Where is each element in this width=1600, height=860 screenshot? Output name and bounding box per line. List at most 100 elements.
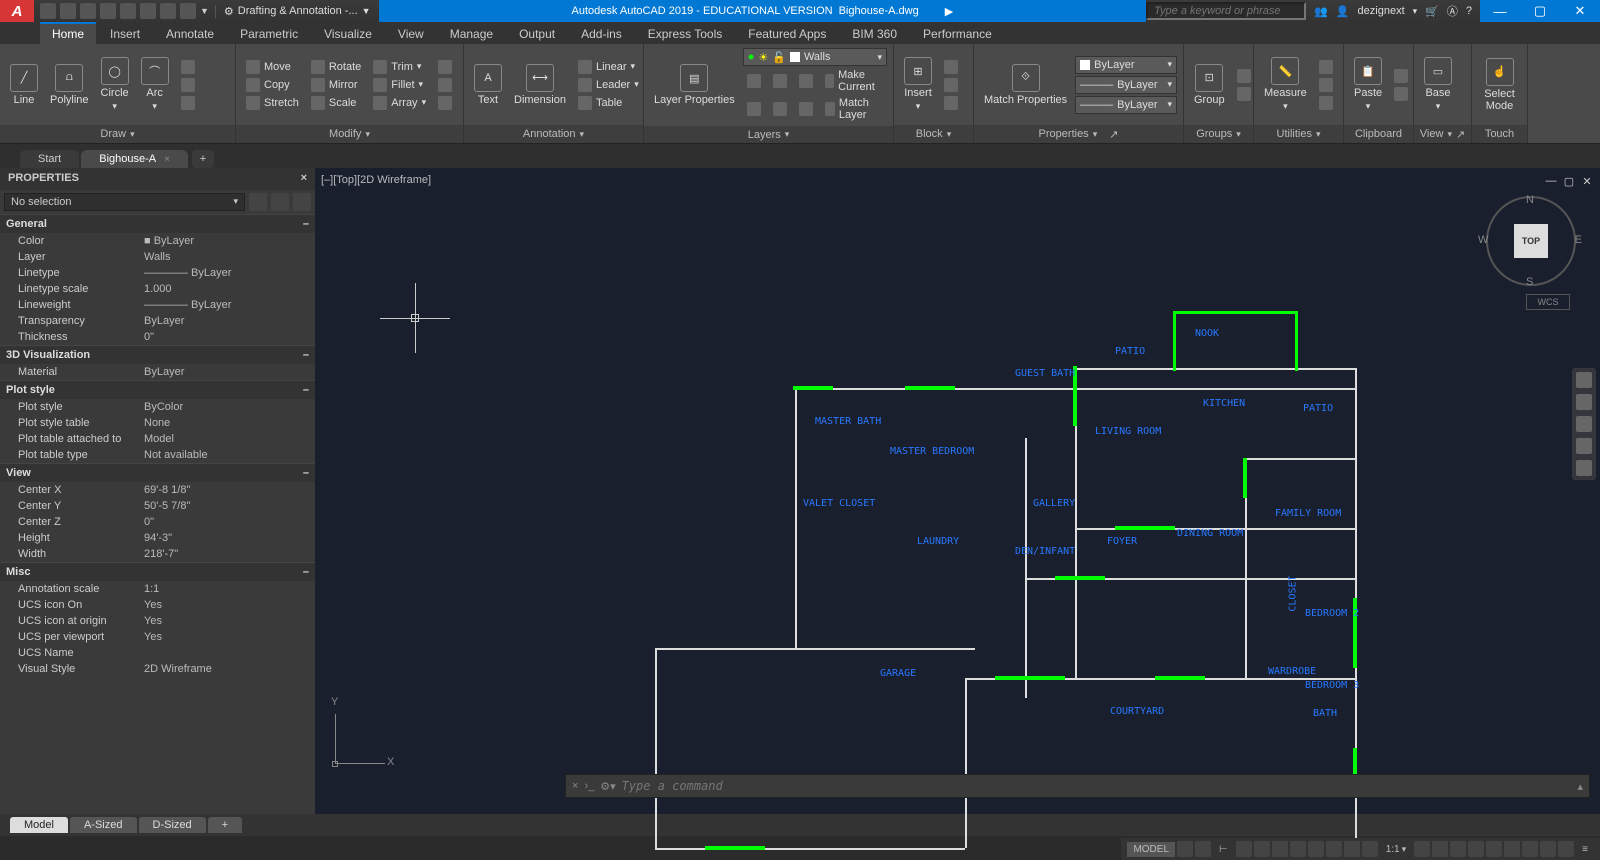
prop-plot-style[interactable]: Plot styleByColor <box>0 399 315 415</box>
block-edit-button[interactable] <box>940 77 962 93</box>
line-button[interactable]: ╱Line <box>6 62 42 108</box>
close-icon[interactable]: × <box>164 154 170 165</box>
tab-annotate[interactable]: Annotate <box>154 24 226 44</box>
status-3dosnap-icon[interactable] <box>1290 841 1306 857</box>
prop-lineweight[interactable]: Lineweight———— ByLayer <box>0 297 315 313</box>
layer-iso-button[interactable] <box>743 68 765 94</box>
viewcube-face[interactable]: TOP <box>1514 224 1548 258</box>
group-edit[interactable] <box>1233 68 1255 84</box>
panel-block-title[interactable]: Block▾ <box>894 125 973 143</box>
status-ortho-icon[interactable]: ⊢ <box>1213 842 1234 857</box>
status-hardware-icon[interactable] <box>1540 841 1556 857</box>
status-transparency-icon[interactable] <box>1344 841 1360 857</box>
viewcube-south[interactable]: S <box>1526 276 1533 288</box>
prop-plot-table-attached-to[interactable]: Plot table attached toModel <box>0 431 315 447</box>
section-general[interactable]: General– <box>0 214 315 233</box>
panel-layers-title[interactable]: Layers▾ <box>644 126 893 143</box>
command-input[interactable] <box>622 779 1572 793</box>
prop-material[interactable]: MaterialByLayer <box>0 364 315 380</box>
status-ws-icon[interactable] <box>1432 841 1448 857</box>
prop-ucs-icon-at-origin[interactable]: UCS icon at originYes <box>0 613 315 629</box>
close-button[interactable]: ✕ <box>1560 0 1600 22</box>
nav-wheel-icon[interactable] <box>1576 372 1592 388</box>
file-tab-start[interactable]: Start <box>20 150 79 168</box>
move-button[interactable]: Move <box>242 59 303 75</box>
stretch-button[interactable]: Stretch <box>242 95 303 111</box>
section-view[interactable]: View– <box>0 463 315 482</box>
prop-center-x[interactable]: Center X69'-8 1/8" <box>0 482 315 498</box>
add-tab-button[interactable]: + <box>192 150 214 168</box>
qat-dropdown-icon[interactable]: ▼ <box>200 6 209 16</box>
measure-button[interactable]: 📏Measure▾ <box>1260 55 1311 114</box>
erase-button[interactable] <box>434 59 456 75</box>
prop-width[interactable]: Width218'-7" <box>0 546 315 562</box>
nav-orbit-icon[interactable] <box>1576 438 1592 454</box>
prop-plot-table-type[interactable]: Plot table typeNot available <box>0 447 315 463</box>
tab-view[interactable]: View <box>386 24 436 44</box>
layer-properties-button[interactable]: ▤Layer Properties <box>650 62 739 108</box>
cart-icon[interactable]: 🛒 <box>1425 5 1439 18</box>
match-layer-button[interactable]: Match Layer <box>821 96 887 122</box>
section-misc[interactable]: Misc– <box>0 562 315 581</box>
status-otrack-icon[interactable] <box>1308 841 1324 857</box>
layer-combo[interactable]: ●☀🔓Walls▾ <box>743 48 887 66</box>
tab-output[interactable]: Output <box>507 24 567 44</box>
section-3d-visualization[interactable]: 3D Visualization– <box>0 345 315 364</box>
status-polar-icon[interactable] <box>1236 841 1252 857</box>
tab-visualize[interactable]: Visualize <box>312 24 384 44</box>
properties-header[interactable]: PROPERTIES× <box>0 168 315 190</box>
group-ungroup[interactable] <box>1233 86 1255 102</box>
panel-draw-title[interactable]: Draw▾ <box>0 125 235 143</box>
file-tab-bighouse-a[interactable]: Bighouse-A× <box>81 150 188 168</box>
prop-center-y[interactable]: Center Y50'-5 7/8" <box>0 498 315 514</box>
pim-icon[interactable] <box>249 193 267 211</box>
viewport-label[interactable]: [–][Top][2D Wireframe] <box>321 174 431 186</box>
prop-annotation-scale[interactable]: Annotation scale1:1 <box>0 581 315 597</box>
status-lwt-icon[interactable] <box>1326 841 1342 857</box>
qat-open-icon[interactable] <box>60 3 76 19</box>
offset-button[interactable] <box>434 95 456 111</box>
panel-groups-title[interactable]: Groups▾ <box>1184 125 1253 143</box>
lineweight-combo[interactable]: ———ByLayer▾ <box>1075 76 1177 94</box>
cmdline-arrow-icon[interactable]: ›_ <box>584 780 594 792</box>
quickselect-icon[interactable] <box>271 193 289 211</box>
prop-thickness[interactable]: Thickness0" <box>0 329 315 345</box>
base-button[interactable]: ▭Base▾ <box>1420 55 1456 114</box>
prop-layer[interactable]: LayerWalls <box>0 249 315 265</box>
tab-express-tools[interactable]: Express Tools <box>636 24 734 44</box>
prop-ucs-name[interactable]: UCS Name <box>0 645 315 661</box>
viewcube-north[interactable]: N <box>1526 194 1534 206</box>
mirror-button[interactable]: Mirror <box>307 77 365 93</box>
minimize-button[interactable]: — <box>1480 0 1520 22</box>
array-button[interactable]: Array▾ <box>369 95 430 111</box>
block-create-button[interactable] <box>940 59 962 75</box>
maximize-button[interactable]: ▢ <box>1520 0 1560 22</box>
dimension-button[interactable]: ⟷Dimension <box>510 62 570 108</box>
vp-minimize-icon[interactable]: — <box>1544 174 1558 188</box>
status-model-button[interactable]: MODEL <box>1127 842 1175 857</box>
panel-annotation-title[interactable]: Annotation▾ <box>464 125 643 143</box>
fillet-button[interactable]: Fillet▾ <box>369 77 430 93</box>
prop-height[interactable]: Height94'-3" <box>0 530 315 546</box>
qat-redo-icon[interactable] <box>160 3 176 19</box>
cut-button[interactable] <box>1390 68 1412 84</box>
arc-button[interactable]: ⌒Arc▾ <box>137 55 173 114</box>
tab-manage[interactable]: Manage <box>438 24 505 44</box>
leader-button[interactable]: Leader▾ <box>574 77 643 93</box>
tab-bim-360[interactable]: BIM 360 <box>840 24 909 44</box>
linetype-combo[interactable]: ———ByLayer▾ <box>1075 96 1177 114</box>
tab-insert[interactable]: Insert <box>98 24 152 44</box>
viewcube-east[interactable]: E <box>1575 234 1582 246</box>
user-dropdown-icon[interactable]: ▾ <box>1413 6 1418 17</box>
prop-color[interactable]: Color■ ByLayer <box>0 233 315 249</box>
status-clean-icon[interactable] <box>1558 841 1574 857</box>
tab-parametric[interactable]: Parametric <box>228 24 310 44</box>
group-button[interactable]: ⊡Group <box>1190 62 1229 108</box>
copy-button[interactable]: Copy <box>242 77 303 93</box>
panel-modify-title[interactable]: Modify▾ <box>236 125 463 143</box>
vp-close-icon[interactable]: ✕ <box>1580 174 1594 188</box>
polyline-button[interactable]: ⩍Polyline <box>46 62 93 108</box>
layer-lock-button[interactable] <box>795 68 817 94</box>
prop-ucs-icon-on[interactable]: UCS icon OnYes <box>0 597 315 613</box>
wcs-indicator[interactable]: WCS <box>1526 294 1570 310</box>
